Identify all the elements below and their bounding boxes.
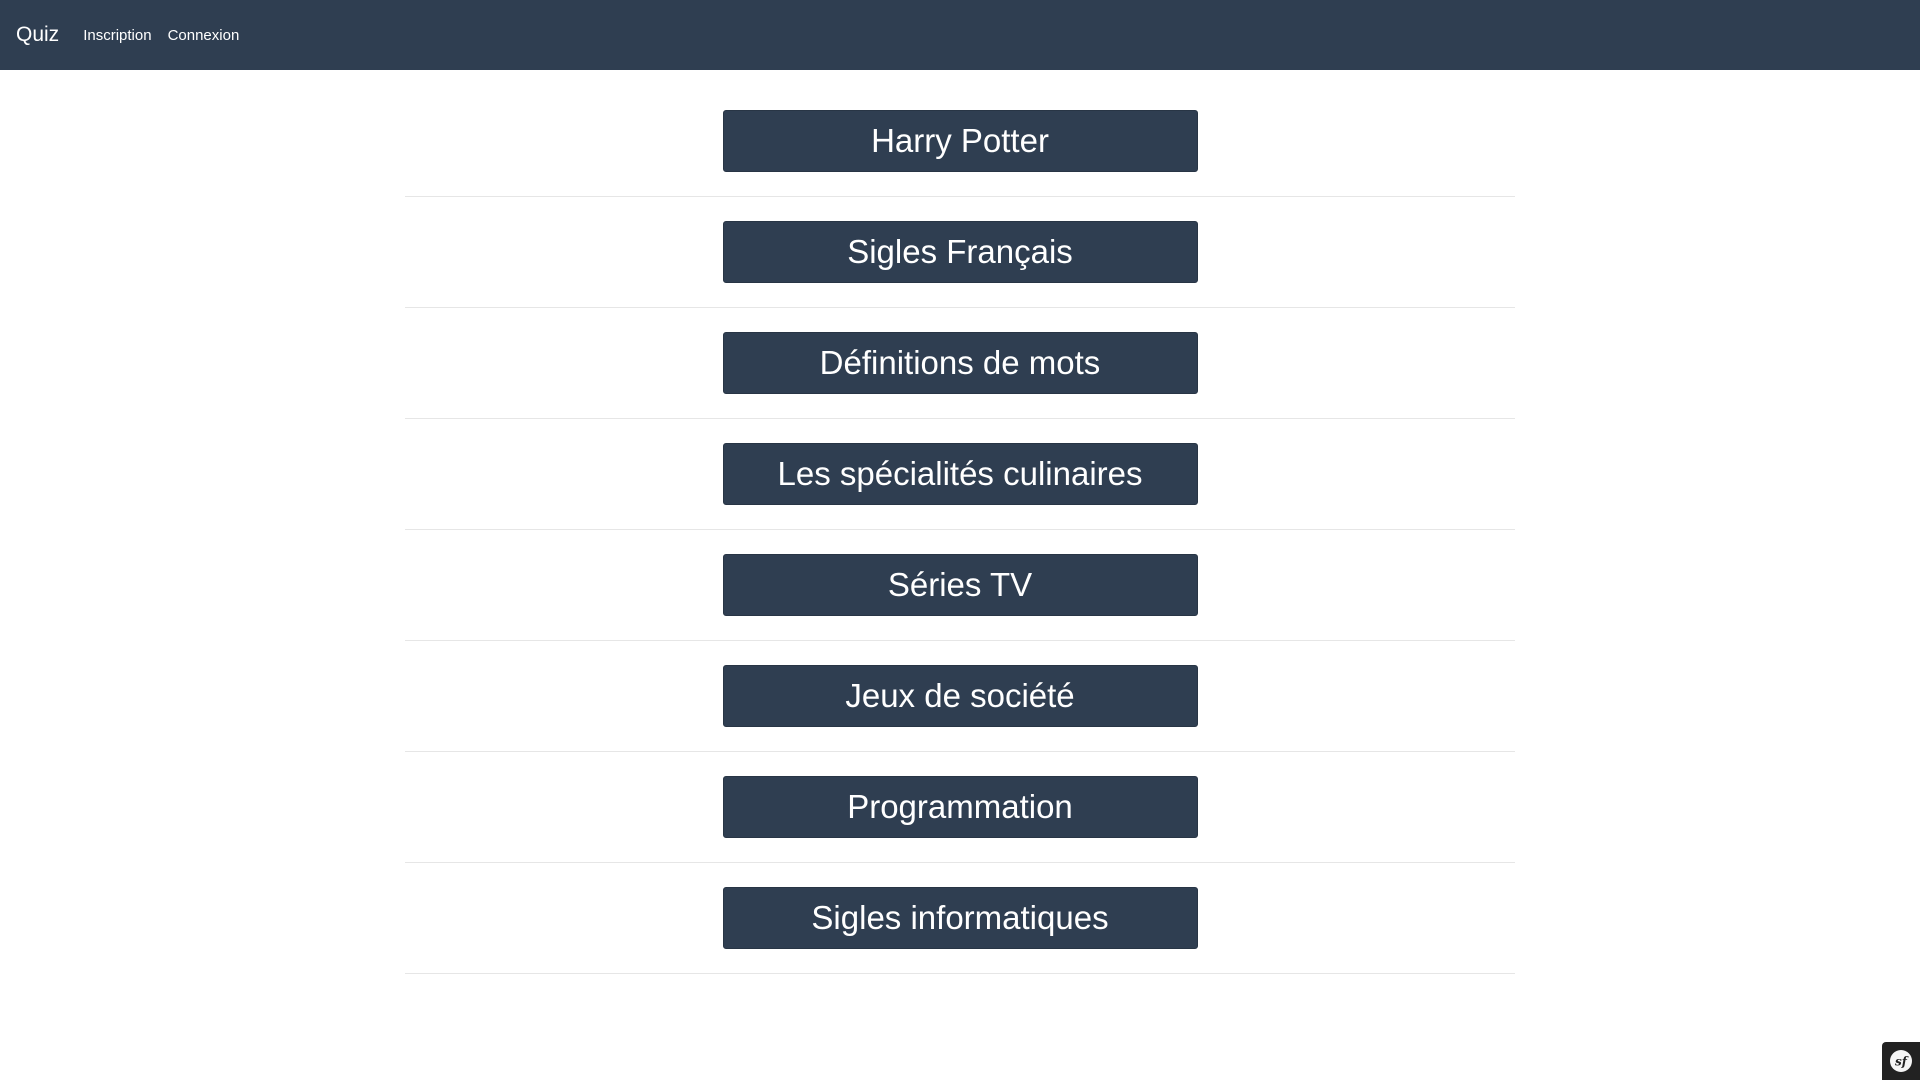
quiz-row: Les spécialités culinaires: [405, 419, 1515, 530]
quiz-list: Harry Potter Sigles Français Définitions…: [405, 70, 1515, 974]
quiz-button-specialites-culinaires[interactable]: Les spécialités culinaires: [722, 443, 1198, 505]
quiz-button-sigles-informatiques[interactable]: Sigles informatiques: [722, 887, 1198, 949]
svg-text:sf: sf: [1895, 1055, 1909, 1069]
symfony-logo-icon: sf: [1889, 1049, 1913, 1073]
quiz-button-series-tv[interactable]: Séries TV: [722, 554, 1198, 616]
quiz-row: Sigles informatiques: [405, 863, 1515, 974]
quiz-row: Sigles Français: [405, 197, 1515, 308]
quiz-row: Jeux de société: [405, 641, 1515, 752]
debug-toolbar-toggle[interactable]: sf: [1882, 1042, 1920, 1080]
nav-link-inscription[interactable]: Inscription: [83, 27, 151, 44]
quiz-button-harry-potter[interactable]: Harry Potter: [722, 110, 1198, 172]
quiz-button-programmation[interactable]: Programmation: [722, 776, 1198, 838]
quiz-button-jeux-de-societe[interactable]: Jeux de société: [722, 665, 1198, 727]
quiz-row: Programmation: [405, 752, 1515, 863]
quiz-row: Définitions de mots: [405, 308, 1515, 419]
quiz-row: Harry Potter: [405, 70, 1515, 197]
quiz-row: Séries TV: [405, 530, 1515, 641]
navbar: Quiz Inscription Connexion: [0, 0, 1920, 70]
nav-link-connexion[interactable]: Connexion: [168, 27, 240, 44]
quiz-button-sigles-francais[interactable]: Sigles Français: [722, 221, 1198, 283]
quiz-button-definitions-de-mots[interactable]: Définitions de mots: [722, 332, 1198, 394]
brand-link[interactable]: Quiz: [16, 23, 59, 47]
